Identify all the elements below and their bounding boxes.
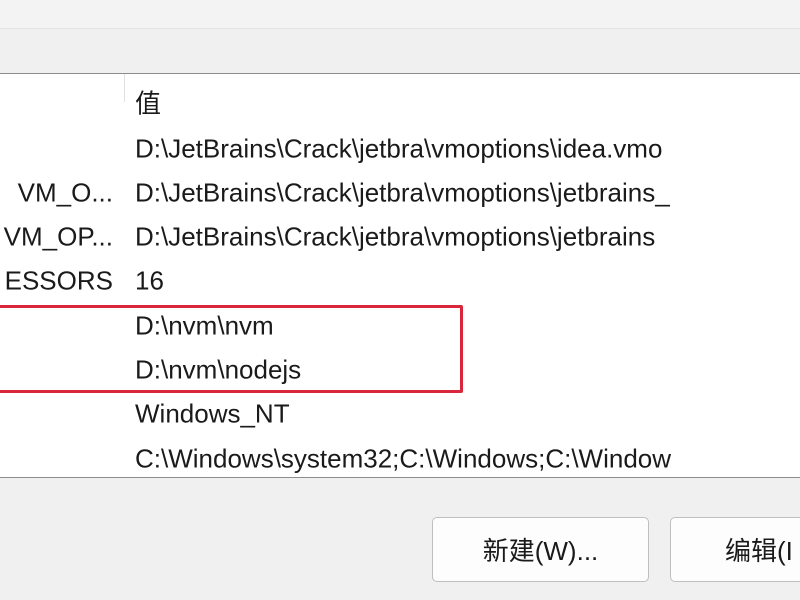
table-row[interactable]: VM_OP... D:\JetBrains\Crack\jetbra\vmopt…	[0, 215, 800, 259]
new-button[interactable]: 新建(W)...	[432, 517, 649, 582]
table-row[interactable]: Windows_NT	[0, 392, 800, 436]
variable-value: D:\JetBrains\Crack\jetbra\vmoptions\jetb…	[135, 177, 670, 208]
variable-name: VM_O...	[17, 177, 113, 208]
variable-value: C:\Windows\system32;C:\Windows;C:\Window	[135, 443, 672, 474]
table-row[interactable]: D:\nvm\nvm	[0, 304, 800, 348]
table-row[interactable]: ESSORS 16	[0, 259, 800, 303]
header-value[interactable]: 值	[135, 84, 161, 121]
variable-value: D:\JetBrains\Crack\jetbra\vmoptions\idea…	[135, 133, 663, 164]
variable-value: 16	[135, 265, 164, 296]
table-row[interactable]: C:\Windows\system32;C:\Windows;C:\Window	[0, 437, 800, 477]
table-header: 值	[0, 80, 800, 124]
table-row[interactable]: D:\JetBrains\Crack\jetbra\vmoptions\idea…	[0, 127, 800, 171]
variable-value: Windows_NT	[135, 398, 290, 429]
table-row[interactable]: VM_O... D:\JetBrains\Crack\jetbra\vmopti…	[0, 171, 800, 215]
edit-button[interactable]: 编辑(I	[670, 517, 800, 582]
top-band	[0, 0, 800, 29]
variable-value: D:\nvm\nvm	[135, 310, 274, 341]
variables-table: 值 D:\JetBrains\Crack\jetbra\vmoptions\id…	[0, 73, 800, 478]
variable-name: VM_OP...	[3, 221, 113, 252]
environment-variables-dialog: 值 D:\JetBrains\Crack\jetbra\vmoptions\id…	[0, 0, 800, 600]
variable-value: D:\nvm\nodejs	[135, 354, 302, 385]
table-row[interactable]: D:\nvm\nodejs	[0, 348, 800, 392]
variable-value: D:\JetBrains\Crack\jetbra\vmoptions\jetb…	[135, 221, 656, 252]
variable-name: ESSORS	[4, 265, 113, 296]
